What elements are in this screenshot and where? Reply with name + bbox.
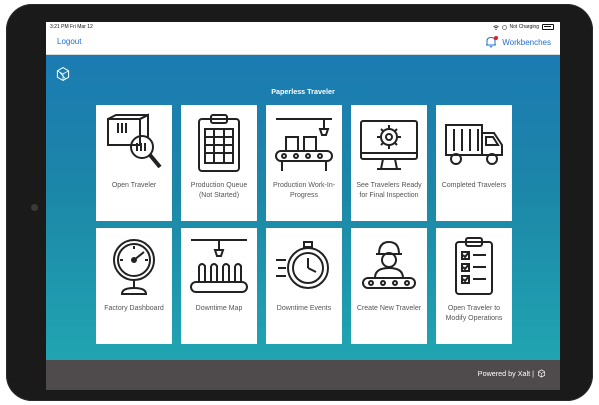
tile-completed-travelers[interactable]: Completed Travelers	[436, 105, 512, 221]
nav-bar: Logout Workbenches	[46, 32, 560, 55]
tile-label: Production Queue (Not Started)	[190, 182, 248, 199]
battery-status-text: Not Charging	[509, 24, 539, 30]
tile-label: Open Traveler to Modify Operations	[445, 305, 503, 322]
gauge-icon	[113, 239, 155, 295]
tile-label: Downtime Map	[195, 305, 243, 312]
bell-icon	[484, 35, 499, 49]
status-right: Not Charging	[492, 22, 554, 32]
tile-downtime-events[interactable]: Downtime Events	[266, 228, 342, 344]
workbenches-label: Workbenches	[502, 37, 551, 47]
app-screen: 3:21 PM Fri Mar 12 Not Charging Logout W…	[46, 22, 560, 390]
truck-icon	[445, 124, 503, 165]
production-wip-icon	[275, 118, 333, 171]
tile-modify-operations[interactable]: Open Traveler to Modify Operations	[436, 228, 512, 344]
page-title: Paperless Traveler	[271, 87, 335, 96]
checklist-icon	[455, 237, 493, 295]
status-time: 3:21 PM Fri Mar 12	[50, 24, 93, 30]
status-bar: 3:21 PM Fri Mar 12 Not Charging	[46, 22, 560, 32]
production-queue-icon	[198, 114, 240, 172]
footer-bar: Powered by Xalt |	[46, 360, 560, 390]
tile-label: Factory Dashboard	[104, 305, 164, 312]
camera-dot	[31, 204, 38, 211]
tile-production-wip[interactable]: Production Work-In-Progress	[266, 105, 342, 221]
tile-final-inspection[interactable]: See Travelers Ready for Final Inspection	[351, 105, 427, 221]
tile-label: Completed Travelers	[441, 182, 507, 189]
tile-production-queue[interactable]: Production Queue (Not Started)	[181, 105, 257, 221]
tile-label: See Travelers Ready for Final Inspection	[356, 182, 422, 199]
powered-by: Powered by Xalt |	[478, 369, 546, 378]
moon-icon	[501, 24, 507, 30]
tile-create-new-traveler[interactable]: Create New Traveler	[351, 228, 427, 344]
powered-by-text: Powered by Xalt |	[477, 369, 534, 378]
tile-label: Create New Traveler	[356, 305, 422, 312]
open-traveler-icon	[107, 113, 162, 169]
xalt-logo-icon	[56, 67, 70, 81]
tile-label: Downtime Events	[276, 305, 332, 312]
tile-open-traveler[interactable]: Open Traveler	[96, 105, 172, 221]
workbenches-button[interactable]: Workbenches	[484, 35, 551, 49]
tile-label: Production Work-In-Progress	[272, 182, 336, 199]
tile-factory-dashboard[interactable]: Factory Dashboard	[96, 228, 172, 344]
final-inspection-icon	[360, 120, 418, 170]
tile-downtime-map[interactable]: Downtime Map	[181, 228, 257, 344]
wifi-icon	[492, 24, 499, 30]
xalt-mini-logo-icon	[538, 369, 545, 378]
stopwatch-icon	[276, 241, 329, 289]
logout-button[interactable]: Logout	[57, 37, 81, 46]
worker-icon	[362, 240, 416, 289]
downtime-map-icon	[190, 239, 248, 293]
battery-icon	[542, 24, 554, 30]
tile-label: Open Traveler	[111, 182, 157, 189]
